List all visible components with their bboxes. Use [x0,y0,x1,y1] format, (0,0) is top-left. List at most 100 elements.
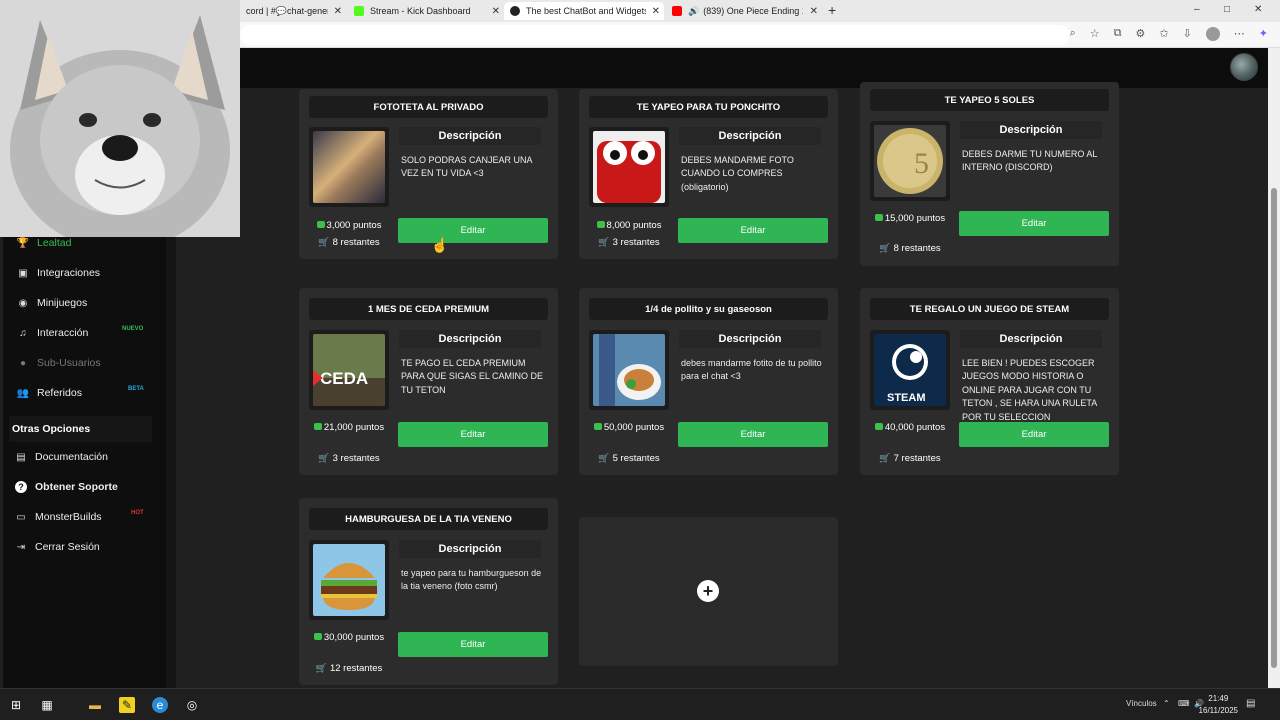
user-avatar[interactable] [1230,53,1258,81]
maximize-button[interactable]: □ [1224,4,1230,15]
help-icon: ? [15,481,27,493]
reward-title: TE YAPEO PARA TU PONCHITO [589,96,828,118]
url-input[interactable] [240,25,1070,45]
reward-points: 30,000 puntos [299,631,399,645]
collections-icon[interactable]: ✩ [1159,27,1168,41]
reward-title: 1 MES DE CEDA PREMIUM [309,298,548,320]
reward-points: 21,000 puntos [299,421,399,435]
stock-value: 5 restantes [612,453,660,464]
links-label[interactable]: Vínculos [1126,699,1157,708]
tab-label: The best ChatBot and Widgets fo [526,6,646,16]
sidebar-item-cerrar-sesion[interactable]: ⇥ Cerrar Sesión [15,541,100,553]
copilot-icon[interactable]: ✦ [1259,27,1268,41]
reward-title: TE REGALO UN JUEGO DE STEAM [870,298,1109,320]
sidebar-item-referidos[interactable]: 👥 Referidos [17,387,82,399]
close-window-button[interactable]: ✕ [1254,4,1262,15]
description-heading: Descripción [960,330,1102,348]
page-scrollbar[interactable] [1268,48,1280,688]
sidebar-item-sub-usuarios[interactable]: ● Sub-Usuarios [17,357,101,369]
sidebar-item-label: Interacción [37,327,89,339]
file-explorer-icon[interactable]: ▬ [87,697,103,713]
extensions-icon[interactable]: ⧉ [1114,27,1122,41]
sidebar-item-monsterbuilds[interactable]: ▭ MonsterBuilds [15,511,101,523]
keyboard-icon[interactable]: ⌨ [1178,699,1190,708]
cart-icon: 🛒 [318,453,330,463]
zoom-icon[interactable]: ⌕ [1070,27,1076,41]
reward-points: 50,000 puntos [579,421,679,435]
youtube-icon [672,6,682,16]
chevron-up-icon[interactable]: ⌃ [1163,699,1170,708]
cart-icon: 🛒 [598,453,610,463]
downloads-icon[interactable]: ⇩ [1183,27,1192,41]
notification-icon[interactable]: ▤ [1246,698,1255,709]
sidebar-item-interaccion[interactable]: ♫ Interacción [17,327,88,339]
description-heading: Descripción [679,127,821,145]
sidebar-item-soporte[interactable]: ? Obtener Soporte [15,481,118,493]
close-icon[interactable]: ✕ [334,6,342,17]
windows-start-icon[interactable]: ⊞ [8,697,24,713]
browser-tab-chatbot[interactable]: The best ChatBot and Widgets fo ✕ [504,2,664,20]
stock-value: 12 restantes [329,663,383,674]
reward-stock: 🛒 3 restantes [579,237,679,248]
close-icon[interactable]: ✕ [652,6,660,17]
edit-button[interactable]: Editar [678,218,828,243]
cart-icon: 🛒 [879,243,891,253]
new-tab-button[interactable]: + [828,2,836,18]
sidebar-item-label: Sub-Usuarios [37,357,101,369]
close-icon[interactable]: ✕ [492,6,500,17]
coins-icon [596,221,605,228]
task-view-icon[interactable]: ▦ [39,697,55,713]
points-value: 15,000 puntos [884,213,946,224]
add-reward-button[interactable]: + [697,580,719,602]
points-value: 8,000 puntos [606,220,662,231]
edit-button[interactable]: Editar [959,422,1109,447]
sidebar-item-label: Lealtad [37,237,72,249]
minimize-button[interactable]: – [1194,4,1200,15]
edit-button[interactable]: Editar [398,218,548,243]
edit-button[interactable]: Editar [959,211,1109,236]
reward-description: debes mandarme fotito de tu pollito para… [681,358,822,382]
hand-cursor-icon: ☝ [431,237,449,253]
browser-tab-youtube[interactable]: 🔊 (839) One Piece Ending 1 | M ✕ [666,2,822,20]
reward-description: DEBES DARME TU NUMERO AL INTERNO (DISCOR… [962,149,1098,173]
edge-browser-icon[interactable]: e [152,697,168,713]
system-clock[interactable]: 21:49 16/11/2025 [1199,693,1238,717]
new-badge: NUEVO [122,326,144,332]
scroll-thumb[interactable] [1271,188,1277,668]
coins-icon [313,423,322,430]
points-value: 50,000 puntos [603,422,665,433]
sidebar-item-label: Integraciones [37,267,101,279]
sidebar-item-label: Obtener Soporte [35,481,118,493]
reward-card: 1 MES DE CEDA PREMIUM CEDA Descripción T… [299,288,558,475]
reward-card: TE YAPEO PARA TU PONCHITO Descripción DE… [579,89,838,259]
reward-picture: CEDA [313,334,385,406]
browser-tab-kick[interactable]: Stream - Kick Dashboard ✕ [348,2,504,20]
sidebar-item-integraciones[interactable]: ▣ Integraciones [17,267,100,279]
browser-tab-discord[interactable]: cord | #💬chat-general | ✕ [240,2,346,20]
reward-image [309,540,389,620]
edit-button[interactable]: Editar [398,422,548,447]
add-reward-card[interactable]: + [579,517,838,666]
favorite-icon[interactable]: ☆ [1090,27,1100,41]
reward-card: HAMBURGUESA DE LA TIA VENENO Descripción… [299,498,558,685]
profile-avatar[interactable] [1205,27,1220,41]
user-icon: ● [19,357,27,369]
sidebar-item-documentacion[interactable]: ▤ Documentación [15,451,108,463]
speaker-icon[interactable]: 🔊 [688,6,699,17]
sidebar-item-label: Minijuegos [37,297,88,309]
reward-picture [313,131,385,203]
settings-icon[interactable]: ⚙ [1135,27,1145,41]
close-icon[interactable]: ✕ [810,6,818,17]
sticky-notes-icon[interactable]: ✎ [119,697,135,713]
sidebar-item-lealtad[interactable]: 🏆 Lealtad [17,237,72,249]
reward-image [309,127,389,207]
clock-date: 16/11/2025 [1198,706,1238,715]
sidebar-item-minijuegos[interactable]: ◉ Minijuegos [17,297,88,309]
more-icon[interactable]: ⋯ [1234,27,1245,41]
reward-image [589,127,669,207]
reward-image: 5 [870,121,950,201]
edit-button[interactable]: Editar [678,422,828,447]
edit-button[interactable]: Editar [398,632,548,657]
obs-icon[interactable]: ◎ [184,697,200,713]
tab-label: Stream - Kick Dashboard [370,6,471,16]
